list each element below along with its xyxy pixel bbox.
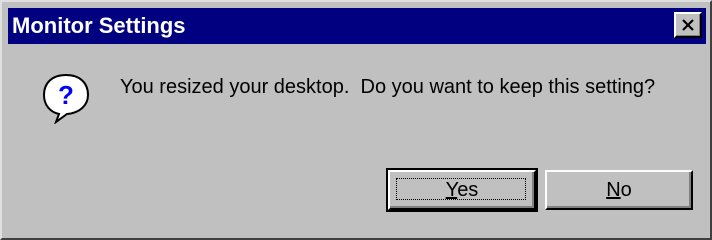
yes-label-rest: es bbox=[457, 178, 479, 201]
close-button[interactable] bbox=[674, 12, 702, 38]
yes-button-label: Yes bbox=[446, 179, 479, 202]
monitor-settings-dialog: Monitor Settings ? You resized your desk… bbox=[0, 0, 712, 240]
svg-text:?: ? bbox=[58, 80, 74, 110]
no-button[interactable]: No bbox=[545, 170, 693, 210]
yes-button[interactable]: Yes bbox=[386, 168, 538, 212]
no-mnemonic: N bbox=[606, 178, 621, 201]
title-bar[interactable]: Monitor Settings bbox=[8, 8, 706, 44]
window-title: Monitor Settings bbox=[12, 13, 186, 38]
close-icon bbox=[682, 19, 694, 31]
no-label-rest: o bbox=[620, 178, 632, 201]
yes-mnemonic: Y bbox=[445, 178, 458, 201]
question-icon: ? bbox=[42, 73, 90, 124]
no-button-label: No bbox=[606, 179, 632, 202]
message-text: You resized your desktop. Do you want to… bbox=[120, 76, 656, 98]
